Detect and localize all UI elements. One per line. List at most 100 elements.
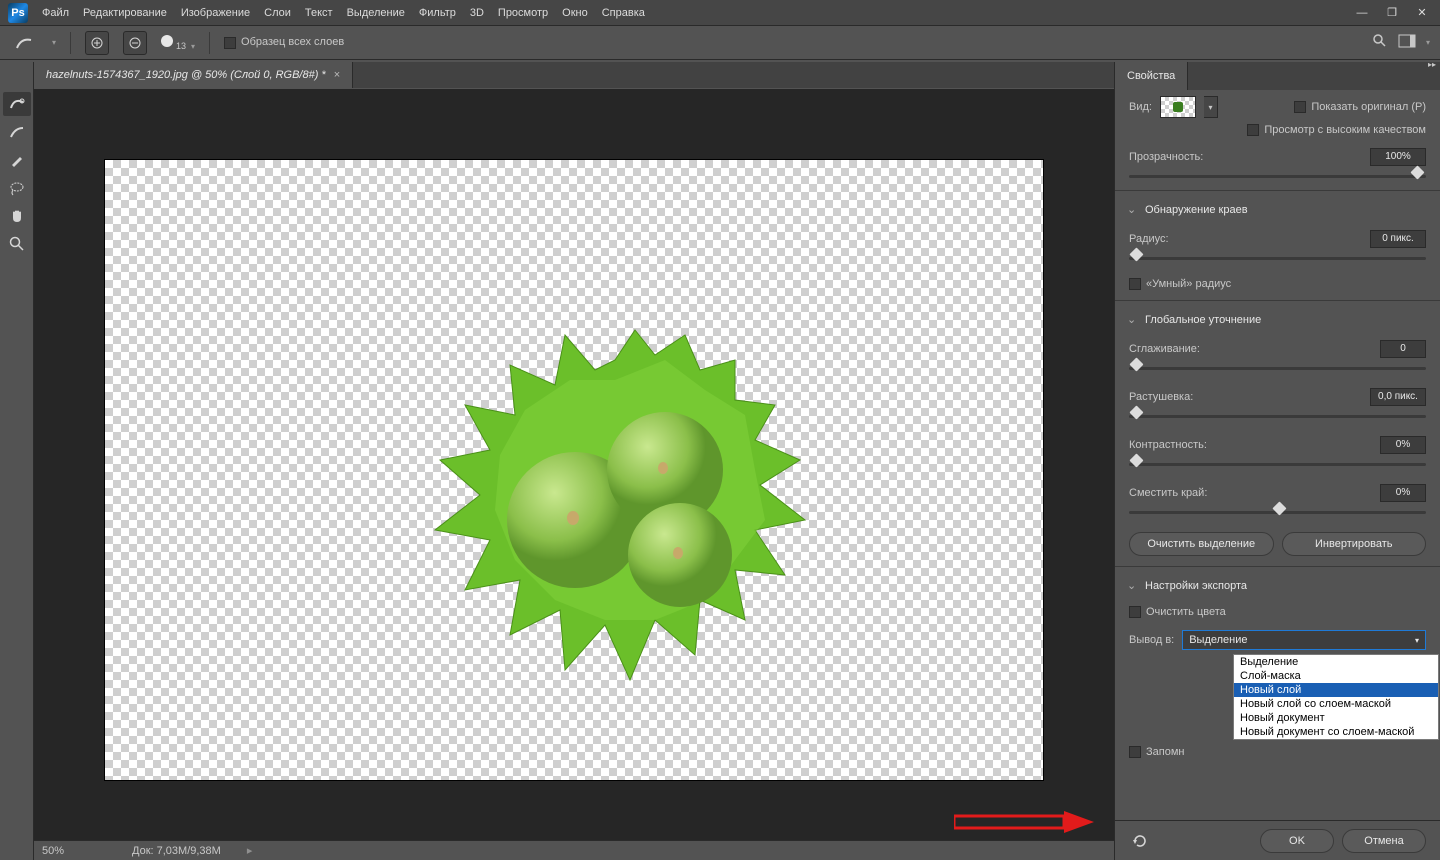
- quick-select-tool-icon[interactable]: [3, 92, 31, 116]
- output-option[interactable]: Новый слой со слоем-маской: [1234, 697, 1438, 711]
- panel-tab-properties[interactable]: Свойства: [1115, 62, 1188, 90]
- remember-settings-checkbox[interactable]: Запомн: [1129, 746, 1184, 758]
- chevron-down-icon: ⌄: [1127, 313, 1137, 326]
- cancel-button[interactable]: Отмена: [1342, 829, 1426, 853]
- menu-image[interactable]: Изображение: [181, 7, 250, 19]
- brush-tool-icon[interactable]: [3, 148, 31, 172]
- toolbox: [0, 62, 34, 860]
- output-option[interactable]: Новый слой: [1234, 683, 1438, 697]
- canvas-area: [34, 89, 1114, 840]
- chevron-down-icon[interactable]: ▾: [1426, 38, 1430, 47]
- remember-label: Запомн: [1146, 746, 1184, 758]
- add-mode-icon[interactable]: [85, 31, 109, 55]
- smooth-slider[interactable]: [1129, 364, 1426, 378]
- document-tab[interactable]: hazelnuts-1574367_1920.jpg @ 50% (Слой 0…: [34, 62, 353, 88]
- section-refine-label: Глобальное уточнение: [1145, 314, 1261, 326]
- app-logo-icon: Ps: [8, 3, 28, 23]
- output-option[interactable]: Слой-маска: [1234, 669, 1438, 683]
- output-dropdown-value: Выделение: [1189, 634, 1247, 646]
- menu-file[interactable]: Файл: [42, 7, 69, 19]
- output-dropdown[interactable]: Выделение ▾: [1182, 630, 1426, 650]
- section-export-settings[interactable]: ⌄ Настройки экспорта: [1115, 571, 1440, 600]
- chevron-down-icon[interactable]: ▾: [191, 42, 195, 51]
- reset-icon[interactable]: [1129, 830, 1151, 852]
- contrast-value[interactable]: 0%: [1380, 436, 1426, 454]
- close-icon[interactable]: ✕: [1412, 6, 1432, 20]
- sample-all-layers-label: Образец всех слоев: [241, 36, 344, 48]
- contrast-slider[interactable]: [1129, 460, 1426, 474]
- smooth-value[interactable]: 0: [1380, 340, 1426, 358]
- radius-slider[interactable]: [1129, 254, 1426, 268]
- brush-size-control[interactable]: 13 ▾: [161, 35, 195, 51]
- search-icon[interactable]: [1372, 33, 1388, 52]
- workspace-switcher-icon[interactable]: [1398, 34, 1416, 51]
- menu-3d[interactable]: 3D: [470, 7, 484, 19]
- zoom-level[interactable]: 50%: [42, 845, 112, 857]
- hand-tool-icon[interactable]: [3, 204, 31, 228]
- section-global-refine[interactable]: ⌄ Глобальное уточнение: [1115, 305, 1440, 334]
- shift-edge-slider[interactable]: [1129, 508, 1426, 522]
- transparency-label: Прозрачность:: [1129, 151, 1203, 163]
- zoom-tool-icon[interactable]: [3, 232, 31, 256]
- panel-collapse-icon[interactable]: ▸▸: [1428, 60, 1436, 69]
- output-option[interactable]: Новый документ: [1234, 711, 1438, 725]
- status-bar: 50% Док: 7,03M/9,38M ▸: [34, 840, 1114, 860]
- high-quality-checkbox[interactable]: Просмотр с высоким качеством: [1247, 124, 1426, 136]
- refine-edge-brush-tool-icon[interactable]: [3, 120, 31, 144]
- output-to-label: Вывод в:: [1129, 634, 1174, 646]
- section-export-label: Настройки экспорта: [1145, 580, 1247, 592]
- menu-layers[interactable]: Слои: [264, 7, 291, 19]
- maximize-icon[interactable]: ❐: [1382, 6, 1402, 20]
- feather-value[interactable]: 0,0 пикс.: [1370, 388, 1426, 406]
- sample-all-layers-checkbox[interactable]: Образец всех слоев: [224, 36, 344, 48]
- brush-size-value: 13: [176, 41, 186, 51]
- chevron-down-icon: ▾: [1415, 636, 1419, 645]
- menu-view[interactable]: Просмотр: [498, 7, 548, 19]
- current-tool-icon[interactable]: [10, 31, 38, 55]
- radius-value[interactable]: 0 пикс.: [1370, 230, 1426, 248]
- output-option[interactable]: Новый документ со слоем-маской: [1234, 725, 1438, 739]
- dropdown-caret-icon[interactable]: ▾: [52, 38, 56, 47]
- transparency-value[interactable]: 100%: [1370, 148, 1426, 166]
- transparency-slider[interactable]: [1129, 172, 1426, 186]
- decontaminate-label: Очистить цвета: [1146, 606, 1226, 618]
- output-option[interactable]: Выделение: [1234, 655, 1438, 669]
- document-tab-title: hazelnuts-1574367_1920.jpg @ 50% (Слой 0…: [46, 69, 326, 81]
- clear-selection-button[interactable]: Очистить выделение: [1129, 532, 1274, 556]
- minimize-icon[interactable]: —: [1352, 6, 1372, 20]
- radius-label: Радиус:: [1129, 233, 1169, 245]
- show-original-checkbox[interactable]: Показать оригинал (P): [1294, 101, 1426, 113]
- annotation-arrow-icon: [954, 811, 1094, 833]
- invert-button[interactable]: Инвертировать: [1282, 532, 1427, 556]
- lasso-tool-icon[interactable]: [3, 176, 31, 200]
- subtract-mode-icon[interactable]: [123, 31, 147, 55]
- status-caret-icon[interactable]: ▸: [247, 844, 253, 857]
- menu-filter[interactable]: Фильтр: [419, 7, 456, 19]
- chevron-down-icon: ⌄: [1127, 579, 1137, 592]
- feather-slider[interactable]: [1129, 412, 1426, 426]
- menu-edit[interactable]: Редактирование: [83, 7, 167, 19]
- menu-window[interactable]: Окно: [562, 7, 588, 19]
- panel-tabs: Свойства: [1115, 62, 1440, 90]
- brush-dot-icon: [161, 35, 173, 47]
- shift-edge-label: Сместить край:: [1129, 487, 1207, 499]
- section-edge-detection[interactable]: ⌄Обнаружение краев: [1115, 195, 1440, 224]
- menu-help[interactable]: Справка: [602, 7, 645, 19]
- canvas[interactable]: [105, 160, 1043, 780]
- shift-edge-value[interactable]: 0%: [1380, 484, 1426, 502]
- smart-radius-checkbox[interactable]: «Умный» радиус: [1129, 278, 1231, 290]
- view-thumbnail[interactable]: [1160, 96, 1196, 118]
- menu-select[interactable]: Выделение: [347, 7, 405, 19]
- options-bar: ▾ 13 ▾ Образец всех слоев ▾: [0, 26, 1440, 60]
- window-controls: — ❐ ✕: [1352, 6, 1432, 20]
- tab-close-icon[interactable]: ×: [334, 69, 340, 81]
- view-label: Вид:: [1129, 101, 1152, 113]
- show-original-label: Показать оригинал (P): [1311, 101, 1426, 113]
- output-dropdown-list[interactable]: ВыделениеСлой-маскаНовый слойНовый слой …: [1233, 654, 1439, 740]
- ok-button[interactable]: OK: [1260, 829, 1334, 853]
- view-dropdown-caret-icon[interactable]: ▾: [1204, 96, 1218, 118]
- smooth-label: Сглаживание:: [1129, 343, 1200, 355]
- menu-text[interactable]: Текст: [305, 7, 333, 19]
- decontaminate-checkbox[interactable]: Очистить цвета: [1129, 606, 1226, 618]
- contrast-label: Контрастность:: [1129, 439, 1207, 451]
